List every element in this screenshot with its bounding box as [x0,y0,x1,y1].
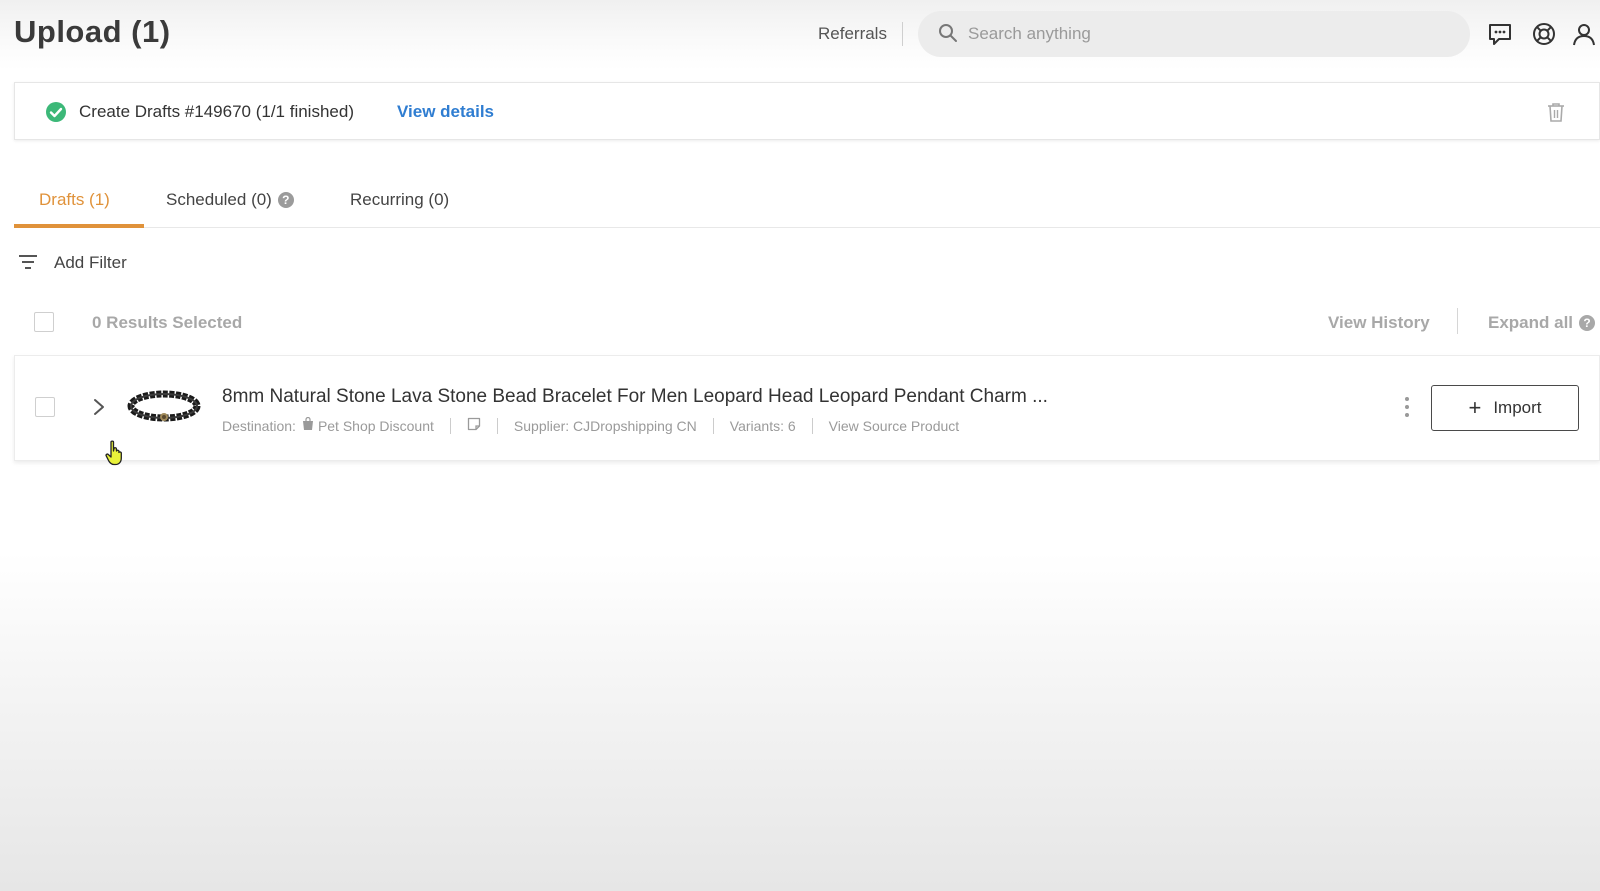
results-selected-count: 0 Results Selected [92,313,243,332]
page-title: Upload (1) [14,14,171,49]
plus-icon: + [1468,395,1482,420]
search-icon [938,23,958,48]
import-label: Import [1493,398,1542,417]
upload-tabs: Drafts (1) Scheduled (0)? Recurring (0) [14,170,1600,228]
referrals-link[interactable]: Referrals [818,24,887,44]
view-details-link[interactable]: View details [397,102,494,122]
meta-divider [712,417,714,434]
help-icon[interactable]: ? [1579,315,1596,331]
check-circle-icon [45,101,67,128]
actions-divider [1457,308,1458,334]
tab-scheduled[interactable]: Scheduled (0)? [166,190,294,210]
destination-label: Destination: [222,417,296,434]
expand-all-label: Expand all [1488,313,1574,332]
view-source-product-link[interactable]: View Source Product [829,418,959,434]
drafts-status-banner: Create Drafts #149670 (1/1 finished) Vie… [14,82,1600,140]
active-tab-indicator [14,224,144,228]
destination-store: Pet Shop Discount [317,417,434,434]
variants-count: Variants: 6 [729,417,796,434]
select-all-checkbox[interactable] [34,312,54,332]
add-filter-label: Add Filter [54,253,127,272]
filter-icon [18,254,38,275]
search-bar[interactable] [918,11,1470,57]
import-button[interactable]: + Import [1431,385,1579,431]
help-lifebuoy-icon[interactable] [1531,21,1557,47]
row-checkbox[interactable] [35,397,55,417]
notes-icon[interactable] [467,417,481,434]
chat-icon[interactable] [1487,21,1513,47]
draft-product-row: 8mm Natural Stone Lava Stone Bead Bracel… [14,355,1600,461]
header-divider [902,22,903,46]
help-icon[interactable]: ? [277,192,294,208]
tab-drafts[interactable]: Drafts (1) [39,190,110,210]
supplier-info: Supplier: CJDropshipping CN [513,417,697,434]
user-icon[interactable] [1571,21,1597,47]
product-title[interactable]: 8mm Natural Stone Lava Stone Bead Bracel… [222,386,1048,408]
status-message: Create Drafts #149670 (1/1 finished) [79,102,354,121]
tab-scheduled-label: Scheduled (0) [166,190,272,209]
meta-divider [449,417,451,434]
chevron-right-icon[interactable] [93,398,105,421]
tab-recurring[interactable]: Recurring (0) [350,190,449,210]
meta-divider [811,417,813,434]
trash-icon[interactable] [1547,102,1565,127]
meta-divider [496,417,498,434]
hand-cursor-icon [105,440,125,471]
search-input[interactable] [968,11,1448,57]
product-thumbnail[interactable] [127,386,201,431]
view-history-button[interactable]: View History [1328,313,1430,333]
shopify-bag-icon [302,416,314,434]
product-meta: Destination: Pet Shop Discount Supplier:… [222,416,959,434]
expand-all-button[interactable]: Expand all? [1488,313,1596,333]
more-options-icon[interactable] [1404,396,1410,423]
